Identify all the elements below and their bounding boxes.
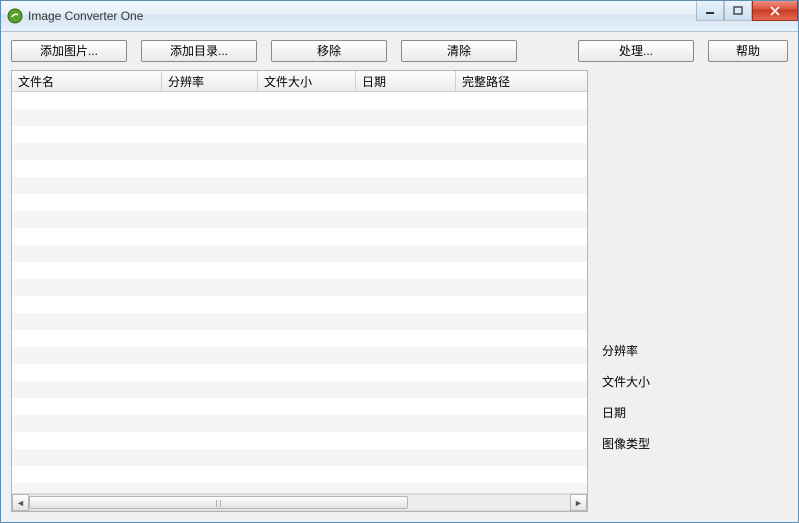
table-row[interactable]: [12, 126, 587, 143]
column-fullpath[interactable]: 完整路径: [456, 71, 587, 91]
table-row[interactable]: [12, 330, 587, 347]
column-resolution[interactable]: 分辨率: [162, 71, 258, 91]
table-row[interactable]: [12, 398, 587, 415]
file-list[interactable]: 文件名 分辨率 文件大小 日期 完整路径 ◄ ►: [11, 70, 588, 512]
scroll-thumb[interactable]: [29, 496, 408, 509]
preview-area: [602, 78, 780, 328]
table-row[interactable]: [12, 415, 587, 432]
info-filesize-label: 文件大小: [602, 373, 780, 390]
info-imagetype-label: 图像类型: [602, 435, 780, 452]
titlebar[interactable]: Image Converter One: [1, 1, 798, 32]
main-split: 文件名 分辨率 文件大小 日期 完整路径 ◄ ►: [11, 70, 788, 512]
table-row[interactable]: [12, 160, 587, 177]
table-row[interactable]: [12, 483, 587, 493]
maximize-button[interactable]: [724, 1, 752, 21]
table-row[interactable]: [12, 449, 587, 466]
table-row[interactable]: [12, 109, 587, 126]
app-icon: [7, 8, 23, 24]
table-row[interactable]: [12, 432, 587, 449]
side-panel: 分辨率 文件大小 日期 图像类型: [588, 70, 788, 512]
close-icon: [769, 6, 781, 16]
table-row[interactable]: [12, 347, 587, 364]
list-body[interactable]: [12, 92, 587, 493]
table-row[interactable]: [12, 143, 587, 160]
minimize-button[interactable]: [696, 1, 724, 21]
info-date-label: 日期: [602, 404, 780, 421]
add-directory-button[interactable]: 添加目录...: [141, 40, 257, 62]
scroll-right-arrow-icon[interactable]: ►: [570, 494, 587, 511]
table-row[interactable]: [12, 211, 587, 228]
minimize-icon: [705, 6, 715, 16]
column-filename[interactable]: 文件名: [12, 71, 162, 91]
scroll-track[interactable]: [29, 494, 570, 511]
window-title: Image Converter One: [28, 9, 143, 23]
horizontal-scrollbar[interactable]: ◄ ►: [12, 493, 587, 511]
close-button[interactable]: [752, 1, 798, 21]
table-row[interactable]: [12, 194, 587, 211]
table-row[interactable]: [12, 92, 587, 109]
table-row[interactable]: [12, 262, 587, 279]
table-row[interactable]: [12, 228, 587, 245]
table-row[interactable]: [12, 245, 587, 262]
column-date[interactable]: 日期: [356, 71, 456, 91]
table-row[interactable]: [12, 313, 587, 330]
list-rows: [12, 92, 587, 493]
window-controls: [696, 1, 798, 21]
app-window: Image Converter One 添加图片... 添加目录... 移除 清…: [0, 0, 799, 523]
add-image-button[interactable]: 添加图片...: [11, 40, 127, 62]
process-button[interactable]: 处理...: [578, 40, 694, 62]
client-area: 添加图片... 添加目录... 移除 清除 处理... 帮助 文件名 分辨率 文…: [1, 32, 798, 522]
info-labels: 分辨率 文件大小 日期 图像类型: [602, 328, 780, 466]
remove-button[interactable]: 移除: [271, 40, 387, 62]
column-headers: 文件名 分辨率 文件大小 日期 完整路径: [12, 71, 587, 92]
help-button[interactable]: 帮助: [708, 40, 788, 62]
toolbar: 添加图片... 添加目录... 移除 清除 处理... 帮助: [11, 40, 788, 62]
table-row[interactable]: [12, 466, 587, 483]
table-row[interactable]: [12, 381, 587, 398]
table-row[interactable]: [12, 177, 587, 194]
table-row[interactable]: [12, 296, 587, 313]
column-filesize[interactable]: 文件大小: [258, 71, 356, 91]
clear-button[interactable]: 清除: [401, 40, 517, 62]
table-row[interactable]: [12, 364, 587, 381]
maximize-icon: [733, 6, 743, 16]
table-row[interactable]: [12, 279, 587, 296]
info-resolution-label: 分辨率: [602, 342, 780, 359]
scroll-left-arrow-icon[interactable]: ◄: [12, 494, 29, 511]
